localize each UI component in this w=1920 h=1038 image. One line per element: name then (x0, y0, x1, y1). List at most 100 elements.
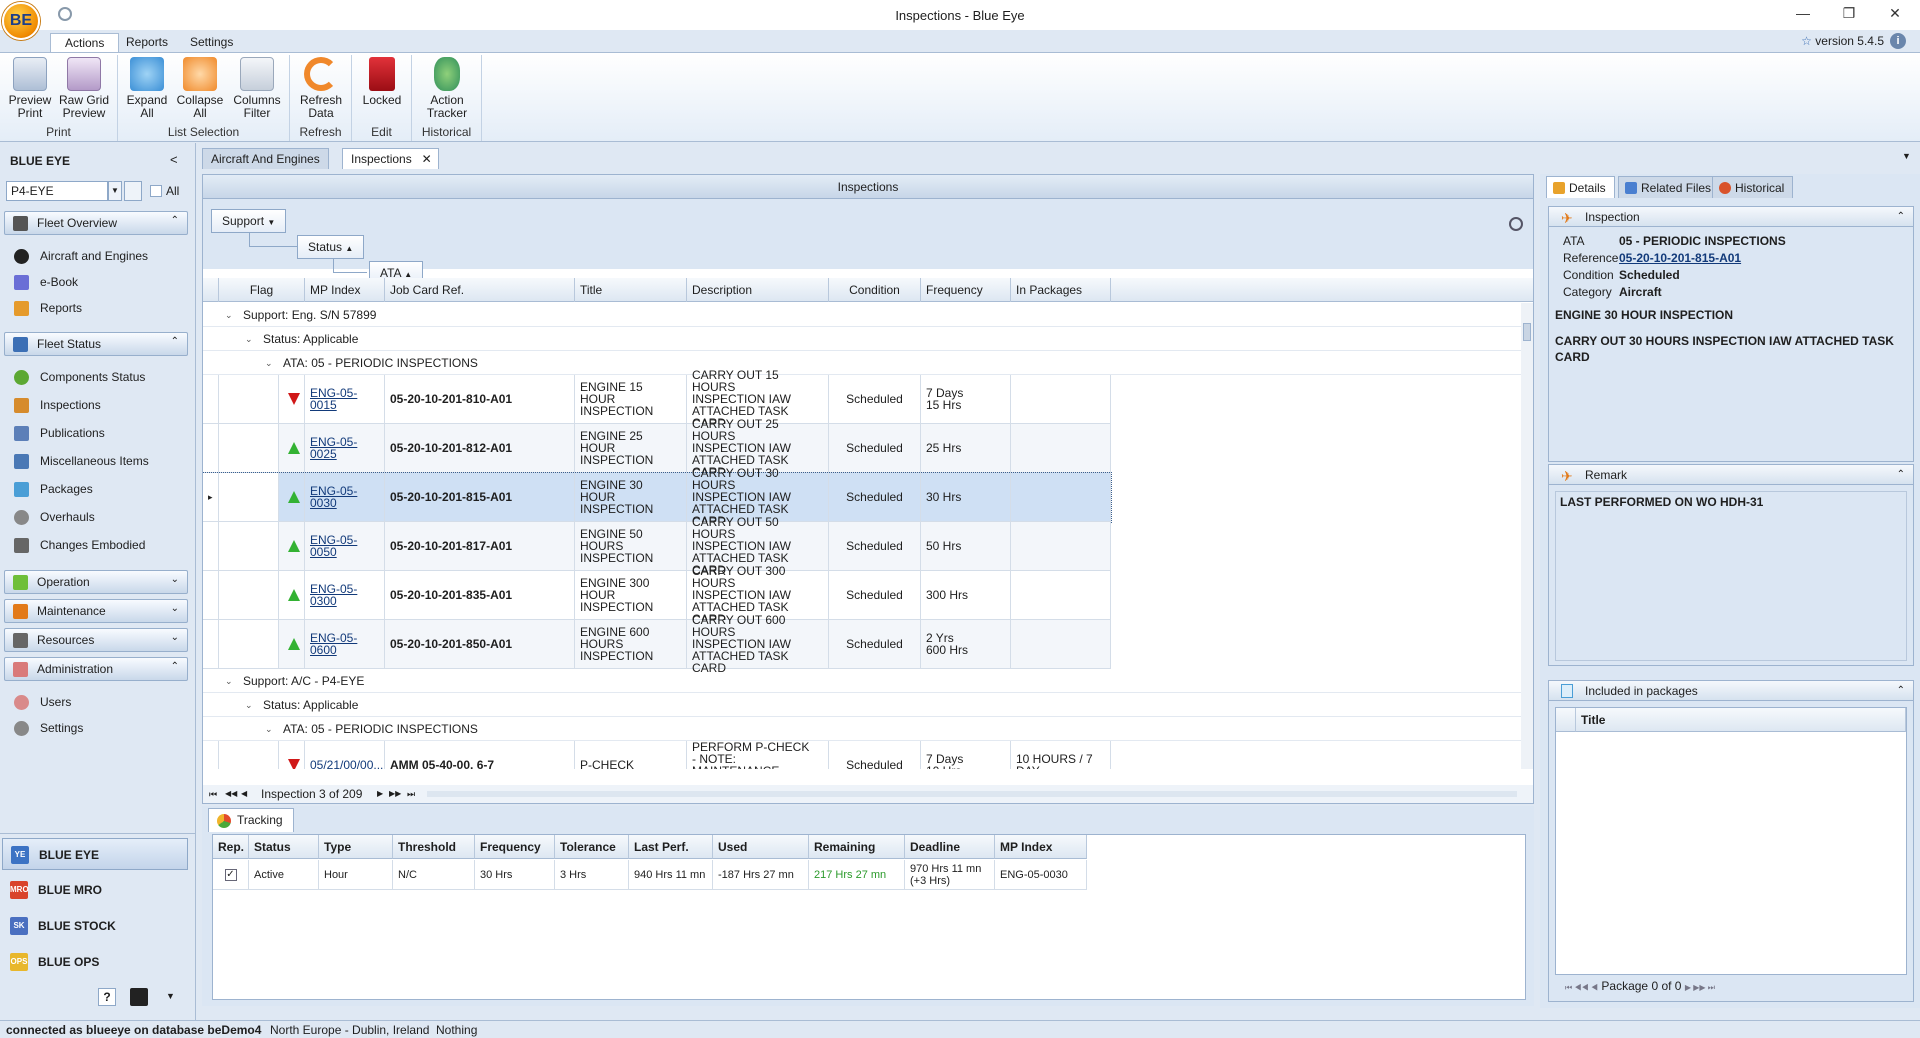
tab-historical[interactable]: Historical (1712, 176, 1794, 198)
collapse-icon[interactable]: ⌄ (245, 693, 253, 717)
column-header-mp-index[interactable]: MP Index (305, 278, 385, 302)
group-chip-support[interactable]: Support ▼ (211, 209, 287, 233)
minimize-button[interactable]: — (1793, 5, 1813, 25)
vertical-scrollbar[interactable] (1521, 303, 1533, 769)
tab-tracking[interactable]: Tracking (208, 808, 294, 832)
app-blue-stock[interactable]: SK BLUE STOCK (2, 910, 188, 942)
row-indicator[interactable] (203, 522, 219, 571)
raw-grid-preview-button[interactable]: Raw Grid Preview (56, 57, 112, 120)
column-header-threshold[interactable]: Threshold (393, 835, 475, 859)
app-blue-ops[interactable]: OPS BLUE OPS (2, 946, 188, 978)
column-header-tolerance[interactable]: Tolerance (555, 835, 629, 859)
table-row[interactable]: 05/21/00/00... AMM 05-40-00, 6-7 P-CHECK PE… (203, 741, 1521, 769)
remark-textarea[interactable]: LAST PERFORMED ON WO HDH-31 (1555, 491, 1907, 661)
group-row[interactable]: ⌄ Status: Applicable (203, 693, 1521, 717)
doc-tab-aircraft-and-engines[interactable]: Aircraft And Engines (202, 148, 329, 169)
mp-index-value[interactable]: ENG-05-0300 (310, 583, 379, 607)
app-switch-icon[interactable] (130, 988, 148, 1006)
column-header-title[interactable]: Title (1576, 708, 1906, 732)
table-row[interactable]: ENG-05-0025 05-20-10-201-812-A01 ENGINE 25… (203, 418, 1521, 478)
nav-users[interactable]: Users (12, 692, 71, 712)
next-record-button[interactable]: ▶ (377, 785, 383, 803)
app-blue-eye[interactable]: YE BLUE EYE (2, 838, 188, 870)
collapse-icon[interactable]: ⌄ (225, 303, 233, 327)
prev-page-button[interactable]: ◀◀ (225, 785, 237, 803)
section-fleet-status[interactable]: Fleet Status ⌃ (4, 332, 188, 356)
mp-index-value[interactable]: ENG-05-0015 (310, 387, 379, 411)
collapse-icon[interactable]: ⌄ (225, 669, 233, 693)
row-indicator[interactable]: ▸ (203, 473, 219, 522)
table-row[interactable]: ENG-05-0300 05-20-10-201-835-A01 ENGINE 30… (203, 565, 1521, 625)
section-administration[interactable]: Administration ⌃ (4, 657, 188, 681)
tab-details[interactable]: Details (1546, 176, 1615, 198)
group-chip-status[interactable]: Status ▲ (297, 235, 365, 259)
nav-settings[interactable]: Settings (12, 718, 83, 738)
chevron-down-icon[interactable]: ▼ (1902, 151, 1911, 161)
reference-link[interactable]: 05-20-10-201-815-A01 (1619, 251, 1741, 265)
search-icon[interactable] (1509, 217, 1523, 231)
scroll-thumb[interactable] (1523, 323, 1531, 341)
section-header[interactable]: Included in packages ⌃ (1549, 681, 1913, 701)
all-checkbox[interactable] (150, 185, 162, 197)
mp-index-value[interactable]: ENG-05-0050 (310, 534, 379, 558)
table-row[interactable]: ENG-05-0600 05-20-10-201-850-A01 ENGINE 60… (203, 614, 1521, 674)
group-row[interactable]: ⌄ ATA: 05 - PERIODIC INSPECTIONS (203, 351, 1521, 375)
prev-record-button[interactable]: ◀ (241, 785, 247, 803)
column-header-condition[interactable]: Condition (829, 278, 921, 302)
tab-actions[interactable]: Actions (50, 33, 120, 52)
wrench-icon[interactable] (124, 181, 142, 201)
column-header-type[interactable]: Type (319, 835, 393, 859)
nav-inspections[interactable]: Inspections (12, 395, 101, 415)
mp-index-link[interactable]: ENG-05-0600 (305, 620, 385, 669)
rep-cell[interactable]: ✓ (213, 860, 249, 890)
section-header[interactable]: ✈ Remark ⌃ (1549, 465, 1913, 485)
restore-button[interactable]: ❐ (1839, 5, 1859, 25)
locked-button[interactable]: Locked (358, 57, 406, 107)
chevron-up-icon[interactable]: ⌃ (1897, 465, 1905, 485)
section-resources[interactable]: Resources ⌄ (4, 628, 188, 652)
mp-index-value[interactable]: ENG-05-0030 (310, 485, 379, 509)
table-row[interactable]: ENG-05-0050 05-20-10-201-817-A01 ENGINE 50… (203, 516, 1521, 576)
nav-miscellaneous-items[interactable]: Miscellaneous Items (12, 451, 149, 471)
collapse-nav-button[interactable]: < (170, 152, 178, 167)
action-tracker-button[interactable]: Action Tracker (420, 57, 474, 120)
nav-overhauls[interactable]: Overhauls (12, 507, 95, 527)
column-header-flag[interactable]: Flag (219, 278, 305, 302)
expand-all-button[interactable]: Expand All (124, 57, 170, 120)
app-logo-icon[interactable]: BE (2, 2, 40, 40)
column-header-description[interactable]: Description (687, 278, 829, 302)
row-indicator[interactable] (203, 571, 219, 620)
tab-settings[interactable]: Settings (176, 33, 247, 52)
aircraft-select[interactable]: P4-EYE (6, 181, 108, 201)
section-fleet-overview[interactable]: Fleet Overview ⌃ (4, 211, 188, 235)
mp-index-value[interactable]: 05/21/00/00... (310, 759, 383, 769)
column-header-frequency[interactable]: Frequency (921, 278, 1011, 302)
horizontal-scrollbar[interactable] (427, 791, 1517, 797)
chevron-down-icon[interactable]: ▼ (166, 991, 175, 1001)
table-row[interactable]: ENG-05-0015 05-20-10-201-810-A01 ENGINE 15… (203, 369, 1521, 429)
group-row[interactable]: ⌄ Support: Eng. S/N 57899 (203, 303, 1521, 327)
chevron-up-icon[interactable]: ⌃ (1897, 681, 1905, 701)
column-header-rep[interactable]: Rep. (213, 835, 249, 859)
mp-index-link[interactable]: ENG-05-0015 (305, 375, 385, 424)
collapse-icon[interactable]: ⌄ (265, 351, 273, 375)
column-header-frequency[interactable]: Frequency (475, 835, 555, 859)
mp-index-link[interactable]: ENG-05-0300 (305, 571, 385, 620)
doc-tab-inspections[interactable]: Inspections ✕ (342, 148, 439, 169)
nav-reports[interactable]: Reports (12, 298, 82, 318)
nav-changes-embodied[interactable]: Changes Embodied (12, 535, 145, 555)
group-row[interactable]: ⌄ Status: Applicable (203, 327, 1521, 351)
row-indicator[interactable] (203, 375, 219, 424)
mp-index-link[interactable]: ENG-05-0025 (305, 424, 385, 473)
column-header-remaining[interactable]: Remaining (809, 835, 905, 859)
nav-ebook[interactable]: e-Book (12, 272, 78, 292)
collapse-all-button[interactable]: Collapse All (174, 57, 226, 120)
mp-index-link[interactable]: ENG-05-0050 (305, 522, 385, 571)
first-record-button[interactable]: ⏮ (209, 785, 217, 803)
collapse-icon[interactable]: ⌄ (265, 717, 273, 741)
help-button[interactable]: ? (98, 988, 116, 1006)
section-maintenance[interactable]: Maintenance ⌄ (4, 599, 188, 623)
last-record-button[interactable]: ⏭ (407, 785, 415, 803)
column-header-title[interactable]: Title (575, 278, 687, 302)
mp-index-link[interactable]: 05/21/00/00... (305, 741, 385, 769)
